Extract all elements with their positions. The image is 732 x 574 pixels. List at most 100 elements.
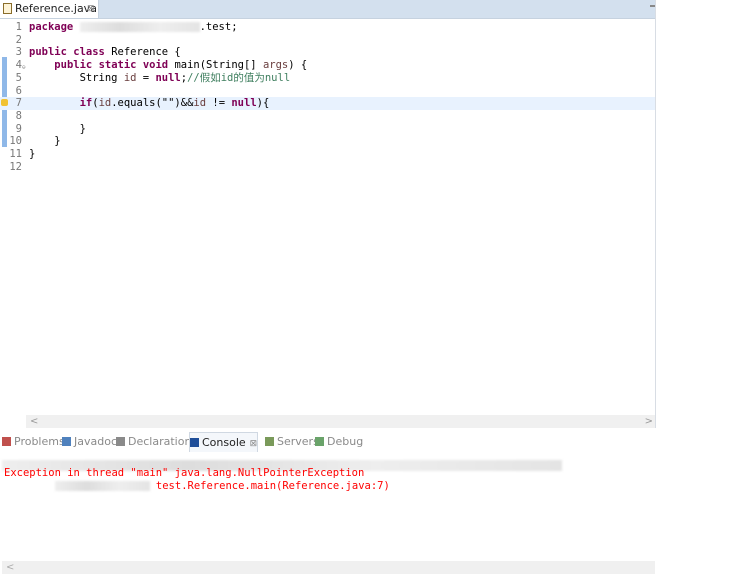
code-token: public [54,59,93,72]
code-token: id [123,71,137,84]
close-icon[interactable]: ⊠ [87,0,95,18]
line-number: 11 [9,148,22,160]
line-number: 9 [15,122,22,135]
code-token: ){ [256,97,270,110]
line-number: 2 [15,33,22,46]
tab-debug[interactable]: Debug [315,432,363,452]
tab-label: Debug [327,435,364,448]
code-line[interactable]: 11} [0,148,655,161]
code-line[interactable]: 7 if(id.equals("")&&id != null){ [0,97,655,110]
code-token: null [155,71,181,84]
code-token: if [79,97,93,110]
code-token: } [29,122,86,135]
console-line: test.Reference.main(Reference.java:7) [0,480,655,493]
code-line[interactable]: 3 public class Reference { [0,46,655,59]
tab-label: Declaration [128,435,192,448]
code-token: main(String[] [168,59,263,72]
console-horizontal-scrollbar[interactable]: < [2,561,655,574]
code-token: static [98,59,137,72]
scroll-right-icon[interactable]: > [645,415,653,428]
line-number: 5 [15,71,22,84]
tab-label: Javadoc [74,435,117,448]
scroll-left-icon[interactable]: < [30,415,38,428]
code-line[interactable]: 8 [0,110,655,123]
servers-icon [265,437,274,446]
code-line[interactable]: 2 [0,34,655,47]
line-number: 7 [15,97,22,110]
code-line[interactable]: 5 String id = null;//假如id的值为null [0,72,655,85]
tab-label: Servers [277,435,319,448]
code-token: null [231,97,257,110]
code-token: package [29,21,74,33]
javadoc-icon [62,437,71,446]
editor-tab-bar: Reference.java ⊠ [0,0,655,19]
code-line[interactable]: 1 package .test; [0,21,655,34]
console-header-blurred [0,455,655,471]
view-tab-bar: Problems Javadoc Declaration Console ⊠ Server… [0,432,655,452]
code-text: String id = null;//假如id的值为null [29,71,291,85]
tab-console[interactable]: Console ⊠ [189,432,259,452]
code-token: id [98,97,112,110]
tab-declaration[interactable]: Declaration [116,432,191,452]
tab-servers[interactable]: Servers [265,432,319,452]
code-text: if(id.equals("")&&id != null){ [29,97,270,110]
code-text: public static void main(String[] args) { [29,59,307,72]
code-line[interactable]: 12 [0,161,655,174]
code-token: = [136,71,156,84]
code-token: .test; [199,21,238,33]
code-token: args [262,59,289,72]
line-number: 12 [9,160,22,173]
declaration-icon [116,437,125,446]
redacted-text [79,22,200,32]
code-token: id [193,97,207,110]
line-number: 6 [15,84,22,97]
code-token: //假如id的值为null [187,71,291,84]
problems-icon [2,437,11,446]
debug-icon [315,437,324,446]
console-line: Exception in thread "main" java.lang.Nul… [4,467,365,479]
code-token: void [142,59,169,72]
code-token: } [29,135,61,148]
console-icon [190,438,199,447]
line-number: 10 [9,135,22,148]
code-token: != [206,97,232,110]
redacted-text [54,481,150,491]
code-text: } [29,123,86,136]
code-token: .equals("")&& [111,97,194,110]
code-text: } [29,135,61,148]
code-area[interactable]: 1 package .test; 2 3 public class Reference … [0,19,655,415]
tab-label: Problems [14,435,65,448]
minimize-button[interactable] [650,5,655,7]
tab-label: Reference.java [15,2,97,15]
code-token: Reference { [104,46,181,59]
tab-reference-java[interactable]: Reference.java ⊠ [0,0,99,18]
warning-icon[interactable] [1,99,8,107]
tab-javadoc[interactable]: Javadoc [62,432,117,452]
line-number: 3 [15,46,22,59]
editor-horizontal-scrollbar[interactable]: < > [26,415,655,428]
scroll-left-icon[interactable]: < [6,562,14,573]
java-file-icon [3,3,12,14]
code-token: } [29,148,36,160]
java-editor: Reference.java ⊠ 1 package .test; 2 3 public… [0,0,656,428]
code-text: } [29,148,35,161]
close-icon[interactable]: ⊠ [250,439,258,449]
code-line[interactable]: 6 [0,85,655,98]
code-token: public [29,46,67,59]
code-token: ) { [288,59,308,72]
code-token: String [29,71,124,84]
stack-trace-link[interactable]: test.Reference.main(Reference.java:7) [156,480,390,492]
line-number: 8 [15,109,22,122]
tab-problems[interactable]: Problems [2,432,65,452]
code-text: package .test; [29,21,238,34]
code-line[interactable]: 9 } [0,123,655,136]
line-number: 4 [15,59,22,72]
code-line[interactable]: 10 } [0,135,655,148]
console-output[interactable]: Exception in thread "main" java.lang.Nul… [0,467,655,493]
code-text: public class Reference { [29,46,181,59]
tab-label: Console [202,436,246,449]
line-number: 1 [15,21,22,33]
code-line[interactable]: 4 ⊖ public static void main(String[] args… [0,59,655,72]
